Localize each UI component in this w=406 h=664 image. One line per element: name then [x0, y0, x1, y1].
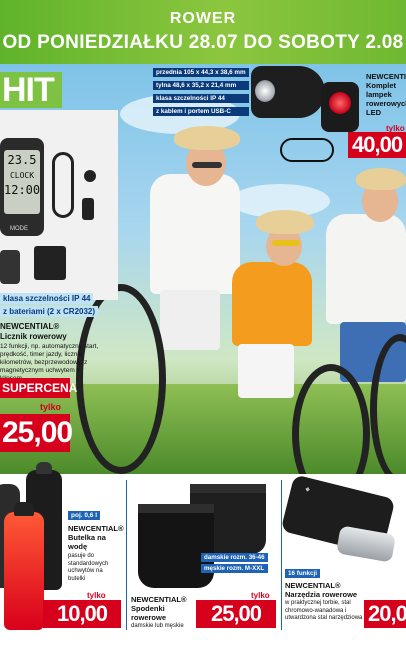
spec-usb: z kablem i portem USB-C	[153, 107, 249, 116]
women-shorts-image	[138, 504, 214, 588]
waistband	[190, 484, 266, 493]
light-kit-price: 40,00	[348, 132, 406, 158]
bike-computer-screen: 23.5 CLOCK 12:00	[4, 150, 40, 214]
front-lens	[255, 80, 275, 102]
header-banner: ROWER OD PONIEDZIAŁKU 28.07 DO SOBOTY 2.…	[0, 0, 406, 64]
child-shorts	[238, 344, 294, 398]
bottle-cap	[14, 502, 34, 516]
spec-rear: tylna 48,6 x 35,2 x 21,4 mm	[153, 81, 249, 90]
bottle-only-label: tylko	[87, 591, 106, 600]
size-men: męskie rozm. M-XXL	[201, 564, 268, 573]
tools-name: Narzędzia rowerowe	[285, 590, 358, 599]
bottle-description: pasuje do standardowych uchwytów na bute…	[68, 553, 109, 582]
header-dates: OD PONIEDZIAŁKU 28.07 DO SOBOTY 2.08	[2, 32, 404, 53]
shorts-description: damskie lub męskie	[131, 623, 184, 629]
rear-lens	[329, 92, 351, 114]
supercena-label: SUPERCENA	[0, 378, 77, 398]
front-light-image	[251, 66, 325, 118]
tools-functions: 16 funkcji	[285, 569, 321, 578]
bottle-cap	[36, 462, 52, 474]
shorts-only-label: tylko	[251, 591, 270, 600]
computer-brand: NEWCENTIAL®	[0, 322, 60, 331]
pouch-logo: ◆	[304, 486, 311, 494]
shorts-sizes: damskie rozm. 36-46 męskie rozm. M-XXL	[201, 553, 268, 575]
computer-description: 12 funkcji, np. automatyczny start, pręd…	[0, 343, 99, 382]
father-figure	[150, 174, 240, 294]
child-figure	[232, 262, 312, 346]
handlebar-mount	[0, 250, 20, 284]
computer-ip-rating: klasa szczelności IP 44	[0, 293, 94, 304]
size-women: damskie rozm. 36-46	[201, 553, 268, 562]
shorts-brand: NEWCENTIAL®	[131, 595, 187, 604]
light-kit-name: Komplet lampek rowerowych LED	[366, 81, 406, 117]
mode-button-label: MODE	[10, 226, 28, 232]
usb-cable-image	[280, 138, 334, 162]
light-kit-label: NEWCENTIAL® Komplet lampek rowerowych LE…	[366, 72, 406, 117]
shorts-name: Spodenki rowerowe	[131, 604, 167, 622]
bottle-image	[4, 512, 44, 630]
bottle-price: 10,00	[43, 600, 121, 628]
divider	[126, 480, 127, 630]
hit-badge: HIT	[0, 72, 62, 108]
bottle-name: Butelka na wodę	[68, 533, 106, 551]
computer-battery-info: z bateriami (2 x CR2032)	[0, 306, 99, 317]
computer-name: Licznik rowerowy	[0, 332, 67, 341]
child-sunglasses	[272, 240, 300, 246]
father-hat	[174, 126, 240, 150]
screen-time: 12:00	[4, 183, 41, 197]
spec-ip: klasa szczelności IP 44	[153, 94, 249, 103]
child-hat	[256, 210, 314, 234]
teen-hat	[356, 168, 406, 190]
light-kit-brand: NEWCENTIAL®	[366, 72, 406, 81]
tools-brand: NEWCENTIAL®	[285, 581, 341, 590]
tools-description: w praktycznej torbie, stal chromowo-wana…	[285, 600, 363, 621]
sensor-mount	[34, 246, 66, 280]
computer-only-label: tylko	[40, 402, 62, 412]
magnet-icon	[84, 170, 96, 182]
sensor-cable	[52, 152, 74, 218]
divider	[281, 480, 282, 630]
shorts-price: 25,00	[196, 600, 276, 628]
bike-computer-image: 23.5 CLOCK 12:00 MODE	[0, 138, 44, 236]
father-shorts	[160, 290, 220, 350]
spec-front: przednia 105 x 44,3 x 38,6 mm	[153, 68, 249, 77]
bottle-brand: NEWCENTIAL®	[68, 524, 124, 533]
rear-light-image	[321, 82, 359, 132]
tools-price: 20,00	[364, 600, 406, 628]
teen-figure	[326, 214, 406, 324]
light-kit-specs: przednia 105 x 44,3 x 38,6 mm tylna 48,6…	[153, 68, 249, 120]
computer-price: 25,00	[0, 414, 73, 452]
bottle-capacity: poj. 0,6 l	[68, 511, 101, 520]
screen-speed: 23.5	[7, 153, 37, 167]
waistband	[138, 504, 214, 513]
screen-clock-label: CLOCK	[9, 171, 35, 180]
sensor-icon	[82, 198, 94, 220]
father-sunglasses	[192, 162, 222, 168]
header-title: ROWER	[169, 10, 237, 27]
